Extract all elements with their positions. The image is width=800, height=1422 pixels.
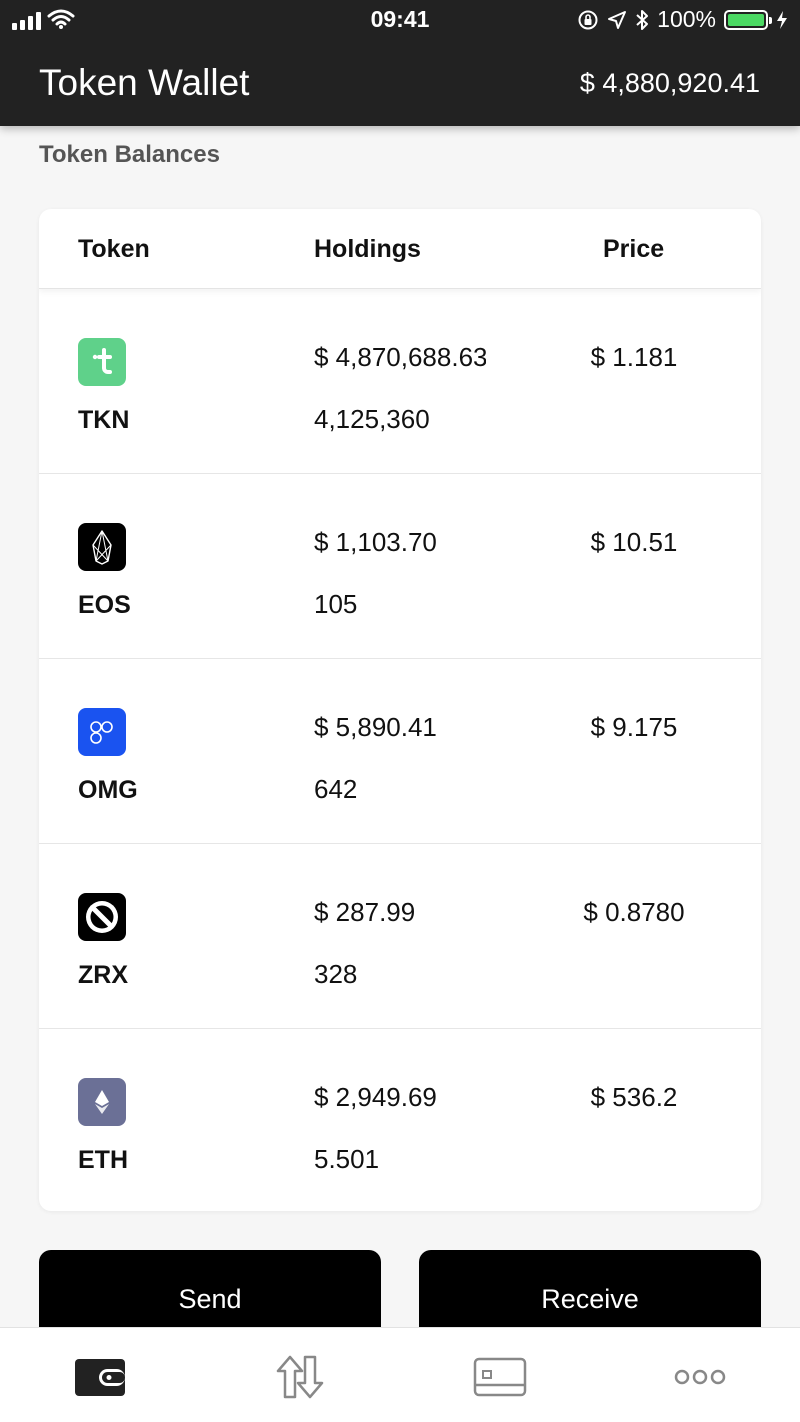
status-right: 100% (577, 6, 788, 33)
token-symbol: TKN (78, 406, 130, 434)
battery-icon (724, 9, 772, 30)
app-header: 09:41 100% Token Wallet $ 4,880,920.41 (0, 0, 800, 126)
token-holdings-usd: $ 4,870,688.63 (314, 342, 486, 372)
tkn-icon (78, 338, 126, 386)
token-holdings-usd: $ 1,103.70 (314, 527, 437, 557)
token-price: $ 9.175 (590, 712, 678, 742)
token-row-tkn[interactable]: TKN $ 4,870,688.63 4,125,360 $ 1.181 (39, 289, 761, 474)
token-row-zrx[interactable]: ZRX $ 287.99 328 $ 0.8780 (39, 844, 761, 1029)
card-icon (473, 1357, 527, 1397)
omg-icon (78, 708, 126, 756)
section-title: Token Balances (39, 141, 220, 168)
token-holdings-usd: $ 2,949.69 (314, 1082, 437, 1112)
token-holdings-quantity: 5.501 (314, 1144, 380, 1174)
battery-percent: 100% (657, 6, 716, 32)
eth-icon (78, 1078, 126, 1126)
token-holdings-quantity: 642 (314, 774, 358, 804)
charging-bolt-icon (777, 10, 787, 29)
orientation-lock-icon (578, 10, 598, 29)
token-price: $ 10.51 (590, 527, 678, 557)
tab-wallet[interactable] (70, 1352, 130, 1402)
eos-icon (78, 523, 126, 571)
token-symbol: EOS (78, 591, 131, 619)
token-holdings-usd: $ 5,890.41 (314, 712, 437, 742)
tab-transfer[interactable] (270, 1352, 330, 1402)
token-balances-table: Token Holdings Price TKN $ 4,870,688.63 … (39, 209, 761, 1211)
token-symbol: ZRX (78, 961, 128, 989)
transfer-icon (276, 1355, 324, 1399)
tab-more[interactable] (670, 1352, 730, 1402)
status-bar: 09:41 100% (0, 0, 800, 40)
token-price: $ 536.2 (590, 1082, 678, 1112)
token-price: $ 0.8780 (583, 897, 685, 927)
token-row-omg[interactable]: OMG $ 5,890.41 642 $ 9.175 (39, 659, 761, 844)
token-price: $ 1.181 (590, 342, 678, 372)
more-icon (674, 1369, 726, 1385)
token-holdings-quantity: 105 (314, 589, 358, 619)
page-title: Token Wallet (39, 62, 250, 103)
token-symbol: ETH (78, 1146, 128, 1174)
zrx-icon (78, 893, 126, 941)
token-row-eth[interactable]: ETH $ 2,949.69 5.501 $ 536.2 (39, 1029, 761, 1211)
token-row-eos[interactable]: EOS $ 1,103.70 105 $ 10.51 (39, 474, 761, 659)
token-holdings-quantity: 4,125,360 (314, 404, 430, 434)
token-holdings-quantity: 328 (314, 959, 358, 989)
location-icon (608, 10, 627, 29)
bottom-tab-bar (0, 1327, 800, 1422)
column-header-price: Price (603, 235, 665, 263)
token-symbol: OMG (78, 776, 138, 804)
table-header: Token Holdings Price (39, 209, 761, 289)
bluetooth-icon (636, 9, 649, 30)
wallet-total-balance: $ 4,880,920.41 (579, 68, 760, 98)
token-holdings-usd: $ 287.99 (314, 897, 416, 927)
tab-card[interactable] (470, 1352, 530, 1402)
wallet-icon (75, 1359, 125, 1396)
column-header-holdings: Holdings (314, 235, 421, 263)
column-header-token: Token (78, 235, 150, 263)
